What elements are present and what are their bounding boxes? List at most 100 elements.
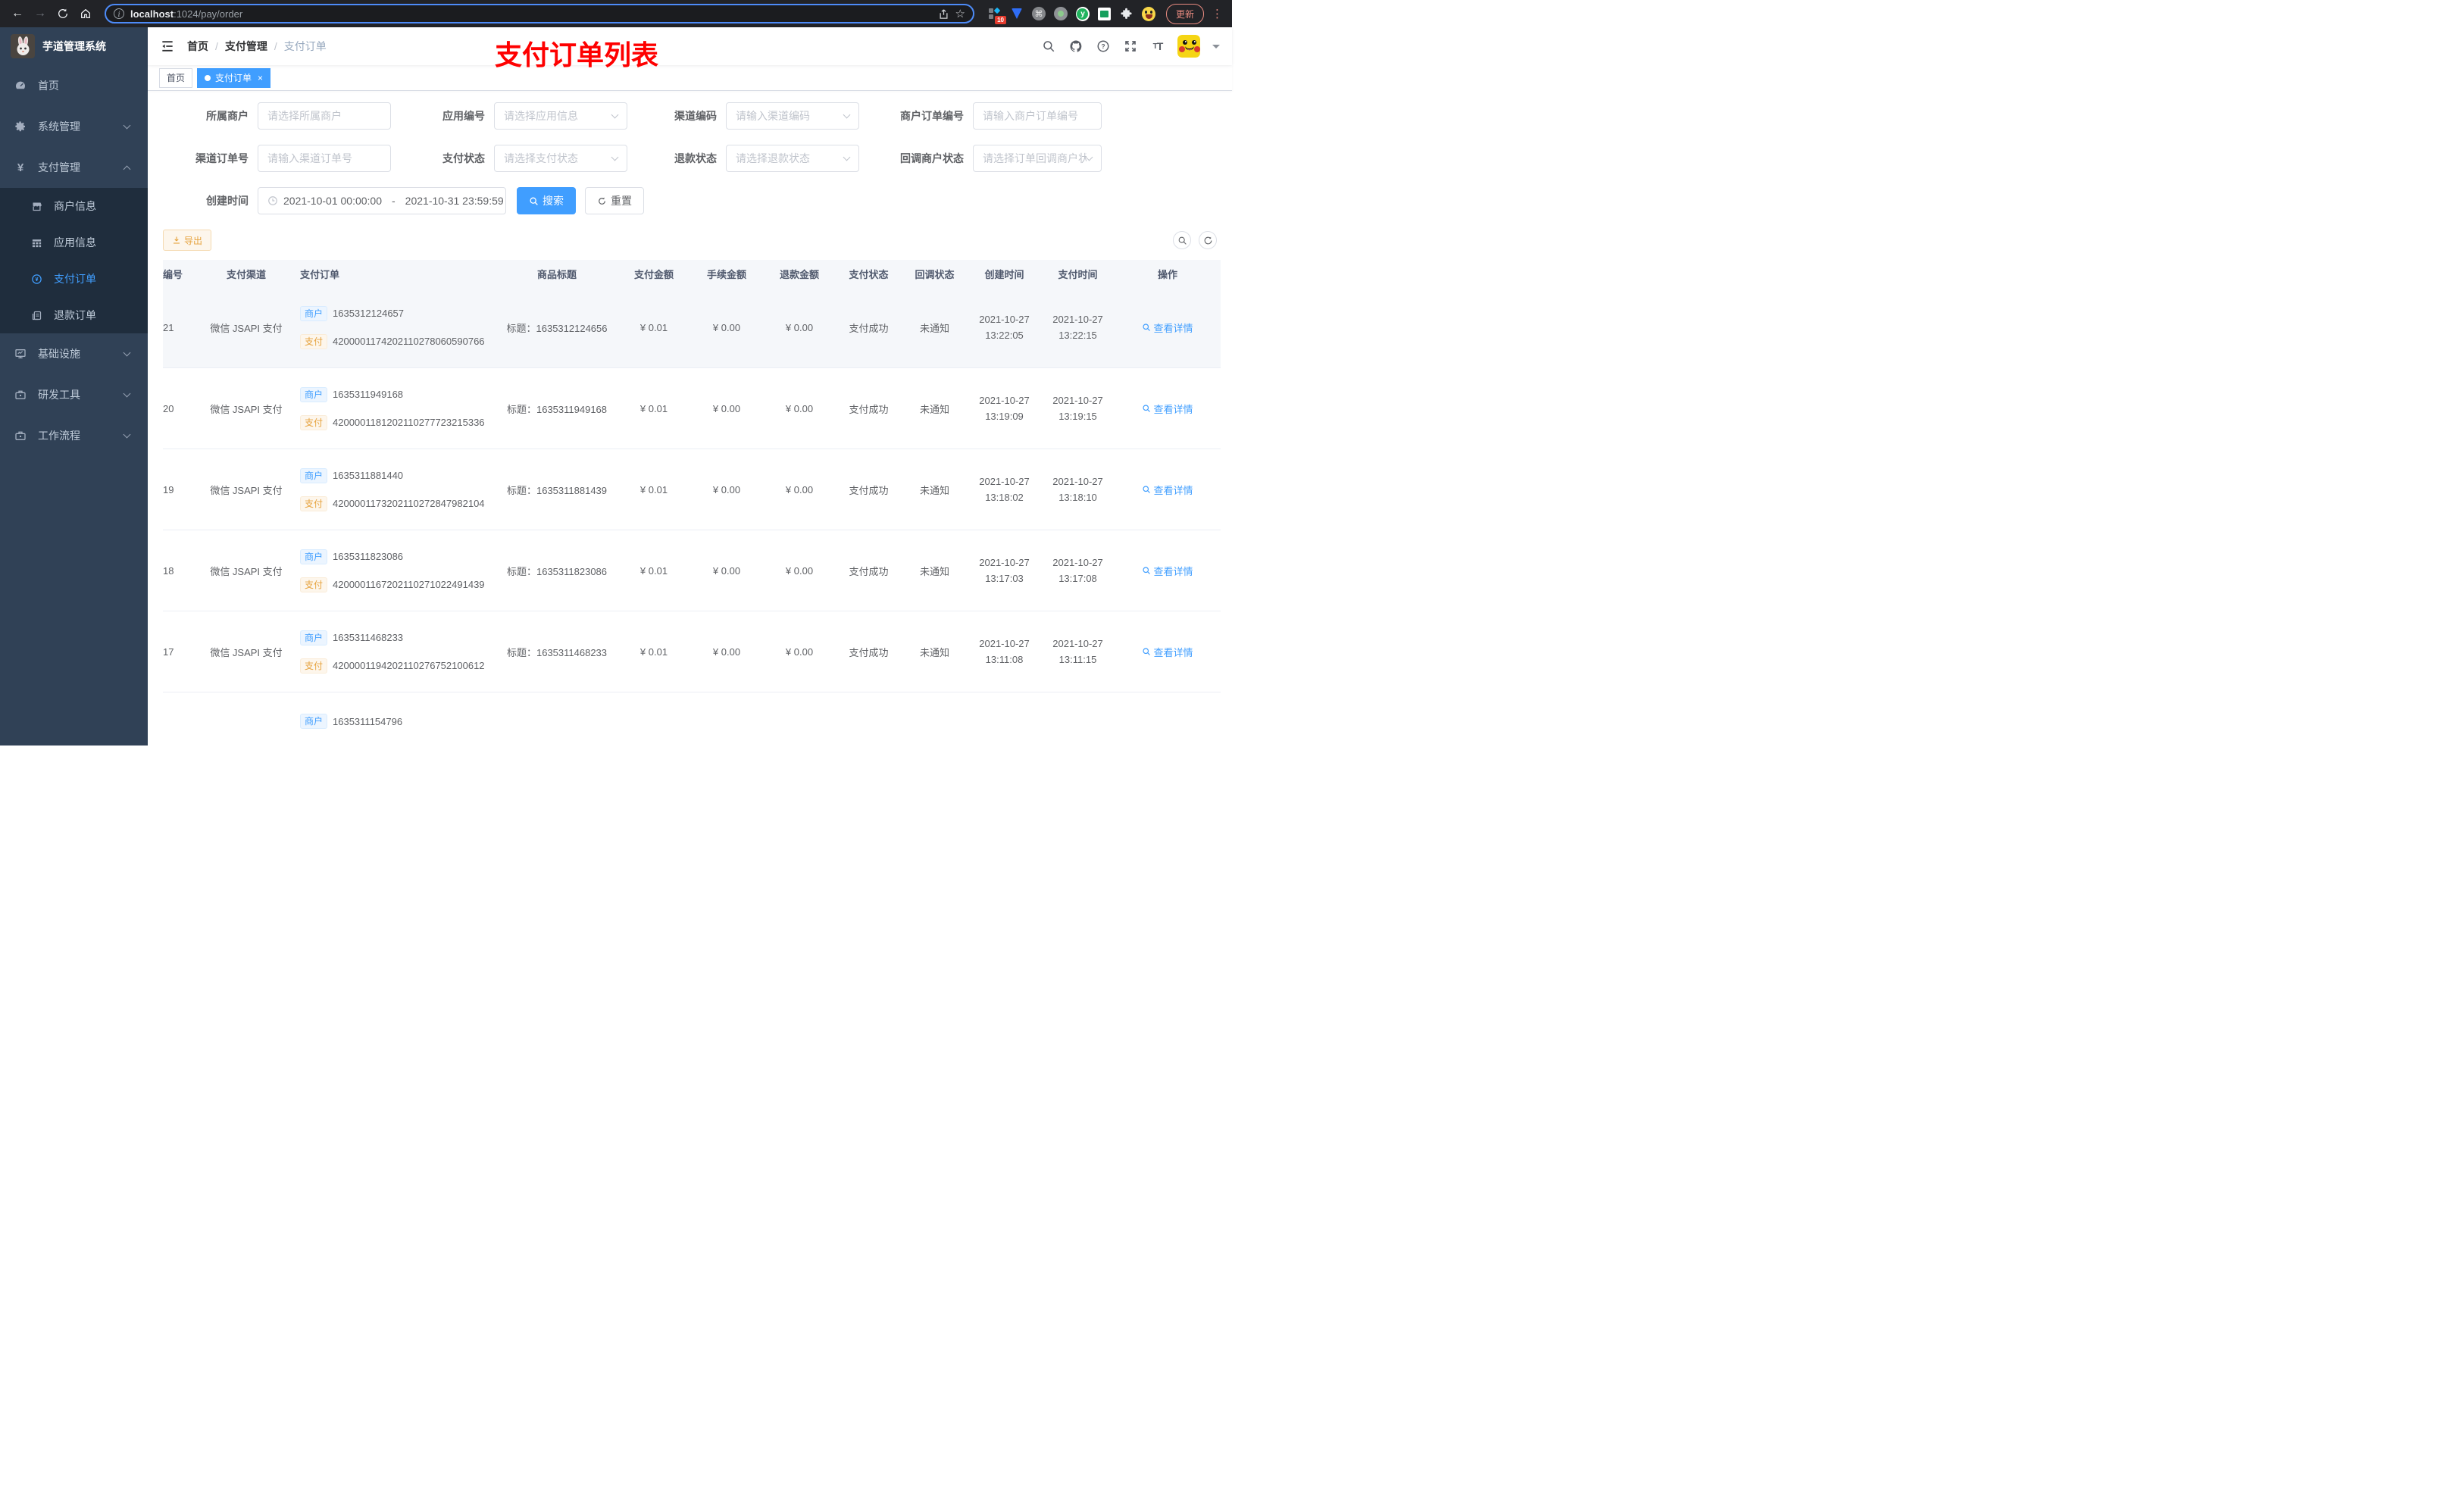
extension-chat-icon[interactable] xyxy=(1098,7,1112,20)
sidebar-item-label: 应用信息 xyxy=(54,236,96,248)
github-button[interactable] xyxy=(1068,39,1083,54)
channel-code-filter-label: 渠道编码 xyxy=(674,110,717,122)
cell-refund: ¥ 0.00 xyxy=(785,645,814,658)
pay-status-filter-select[interactable]: 请选择支付状态 xyxy=(494,145,627,172)
github-icon xyxy=(1070,40,1082,52)
cell-title: 标题：1635311949168 xyxy=(506,403,608,415)
merchant-order-no: 1635311154796 xyxy=(333,715,403,727)
site-info-icon[interactable]: i xyxy=(114,8,124,19)
merchant-order-no: 1635311881440 xyxy=(333,470,404,481)
cell-id: 21 xyxy=(163,321,174,333)
fullscreen-button[interactable] xyxy=(1123,39,1138,54)
app-filter-select[interactable]: 请选择应用信息 xyxy=(494,102,627,130)
refund-status-filter-select[interactable]: 请选择退款状态 xyxy=(726,145,859,172)
sidebar-item-infra[interactable]: 基础设施 xyxy=(0,333,148,374)
channel-code-filter-select[interactable]: 请输入渠道编码 xyxy=(726,102,859,130)
merchant-filter-input[interactable] xyxy=(258,102,391,130)
sidebar-item-merchant-info[interactable]: 商户信息 xyxy=(0,188,148,224)
sidebar-item-label: 支付管理 xyxy=(38,161,80,173)
sidebar-collapse-button[interactable] xyxy=(160,39,175,54)
date-end-value: 2021-10-31 23:59:59 xyxy=(405,195,504,207)
sidebar-item-payment[interactable]: ¥ 支付管理 xyxy=(0,147,148,188)
breadcrumb-payment[interactable]: 支付管理 xyxy=(225,39,267,54)
pay-tag: 支付 xyxy=(300,495,328,511)
sidebar-item-home[interactable]: 首页 xyxy=(0,65,148,106)
cell-fee: ¥ 0.00 xyxy=(712,402,741,414)
cell-notify-status: 未通知 xyxy=(919,646,949,658)
extension-dot-icon[interactable] xyxy=(1053,7,1068,20)
cell-notify-status: 未通知 xyxy=(919,403,949,415)
cell-pay-time: 2021-10-27 13:22:15 xyxy=(1052,314,1103,341)
address-bar[interactable]: i localhost:1024/pay/order ☆ xyxy=(105,4,974,23)
refresh-table-button[interactable] xyxy=(1199,231,1217,249)
sidebar-item-pay-order[interactable]: ¥ 支付订单 xyxy=(0,261,148,297)
browser-menu-icon[interactable]: ⋮ xyxy=(1212,7,1223,20)
browser-forward-button[interactable]: → xyxy=(30,4,50,23)
col-action: 操作 xyxy=(1157,268,1177,280)
view-detail-link[interactable]: 查看详情 xyxy=(1142,483,1193,497)
breadcrumb-home[interactable]: 首页 xyxy=(187,39,208,54)
browser-back-button[interactable]: ← xyxy=(8,4,27,23)
extension-y-icon[interactable]: y xyxy=(1075,6,1090,21)
pay-tag: 支付 xyxy=(300,658,328,674)
cell-create-time: 2021-10-27 13:19:09 xyxy=(979,395,1030,422)
export-button[interactable]: 导出 xyxy=(163,230,212,251)
extension-tabs-icon[interactable]: 10 xyxy=(988,7,1006,24)
font-size-button[interactable]: TT xyxy=(1150,39,1165,54)
sidebar-logo[interactable]: 芋道管理系统 xyxy=(0,27,148,65)
avatar-caret-icon[interactable] xyxy=(1212,44,1220,52)
extensions-puzzle-icon[interactable] xyxy=(1120,7,1134,20)
sidebar-item-app-info[interactable]: 应用信息 xyxy=(0,224,148,261)
reset-button[interactable]: 重置 xyxy=(585,187,644,214)
refund-status-filter-label: 退款状态 xyxy=(674,152,717,164)
merchant-order-filter-input[interactable] xyxy=(973,102,1102,130)
cell-id: 18 xyxy=(163,564,174,577)
date-range-picker[interactable]: 2021-10-01 00:00:00 - 2021-10-31 23:59:5… xyxy=(258,187,506,214)
search-button[interactable]: 搜索 xyxy=(517,187,576,214)
view-detail-link[interactable]: 查看详情 xyxy=(1142,564,1193,578)
sidebar-item-workflow[interactable]: 工作流程 xyxy=(0,415,148,456)
tag-home[interactable]: 首页 xyxy=(159,67,193,88)
browser-reload-button[interactable] xyxy=(53,4,73,23)
view-detail-link[interactable]: 查看详情 xyxy=(1142,320,1193,335)
sidebar-item-system[interactable]: 系统管理 xyxy=(0,106,148,147)
cell-channel: 微信 JSAPI 支付 xyxy=(210,646,283,658)
chevron-down-icon xyxy=(123,389,131,398)
merchant-tag: 商户 xyxy=(300,305,328,321)
browser-update-button[interactable]: 更新 xyxy=(1165,3,1204,24)
view-detail-link[interactable]: 查看详情 xyxy=(1142,402,1193,416)
channel-order-filter-input[interactable] xyxy=(258,145,391,172)
search-icon xyxy=(1143,405,1151,412)
breadcrumb-separator: / xyxy=(274,40,277,52)
cell-pay-status: 支付成功 xyxy=(849,322,889,334)
pay-order-no: 4200001174202110278060590766 xyxy=(333,336,485,347)
dashboard-icon xyxy=(14,79,27,92)
sidebar-item-refund-order[interactable]: 退款订单 xyxy=(0,297,148,333)
cell-pay-status: 支付成功 xyxy=(849,484,889,496)
notify-status-filter-select[interactable]: 请选择订单回调商户状态 xyxy=(973,145,1102,172)
table-row: 18 微信 JSAPI 支付 商户 1635311823086 支付 4200001… xyxy=(163,530,1221,611)
red-annotation-text: 支付订单列表 xyxy=(495,39,659,70)
user-avatar[interactable] xyxy=(1177,35,1200,58)
view-detail-link[interactable]: 查看详情 xyxy=(1142,645,1193,659)
document-icon xyxy=(30,309,43,322)
browser-home-button[interactable] xyxy=(76,4,95,23)
header-search-button[interactable] xyxy=(1041,39,1056,54)
extension-command-icon[interactable]: ⌘ xyxy=(1031,7,1046,20)
tag-pay-order[interactable]: 支付订单 × xyxy=(197,67,271,88)
cell-id: 17 xyxy=(163,645,174,658)
chevron-down-icon xyxy=(123,121,131,130)
help-button[interactable]: ? xyxy=(1096,39,1111,54)
sidebar-item-devtools[interactable]: 研发工具 xyxy=(0,374,148,415)
col-pay-status: 支付状态 xyxy=(849,268,889,280)
cell-action: 查看详情 xyxy=(1115,320,1221,335)
extension-gem-icon[interactable] xyxy=(1010,7,1024,20)
merchant-order-no: 1635311949168 xyxy=(333,389,404,400)
breadcrumb-current: 支付订单 xyxy=(283,40,327,52)
profile-emoji-icon[interactable] xyxy=(1141,6,1155,21)
hide-search-button[interactable] xyxy=(1173,231,1191,249)
navbar-actions: ? TT xyxy=(1041,35,1220,58)
share-button[interactable] xyxy=(938,8,949,20)
close-tag-icon[interactable]: × xyxy=(258,73,263,83)
bookmark-star-icon[interactable]: ☆ xyxy=(955,7,965,20)
